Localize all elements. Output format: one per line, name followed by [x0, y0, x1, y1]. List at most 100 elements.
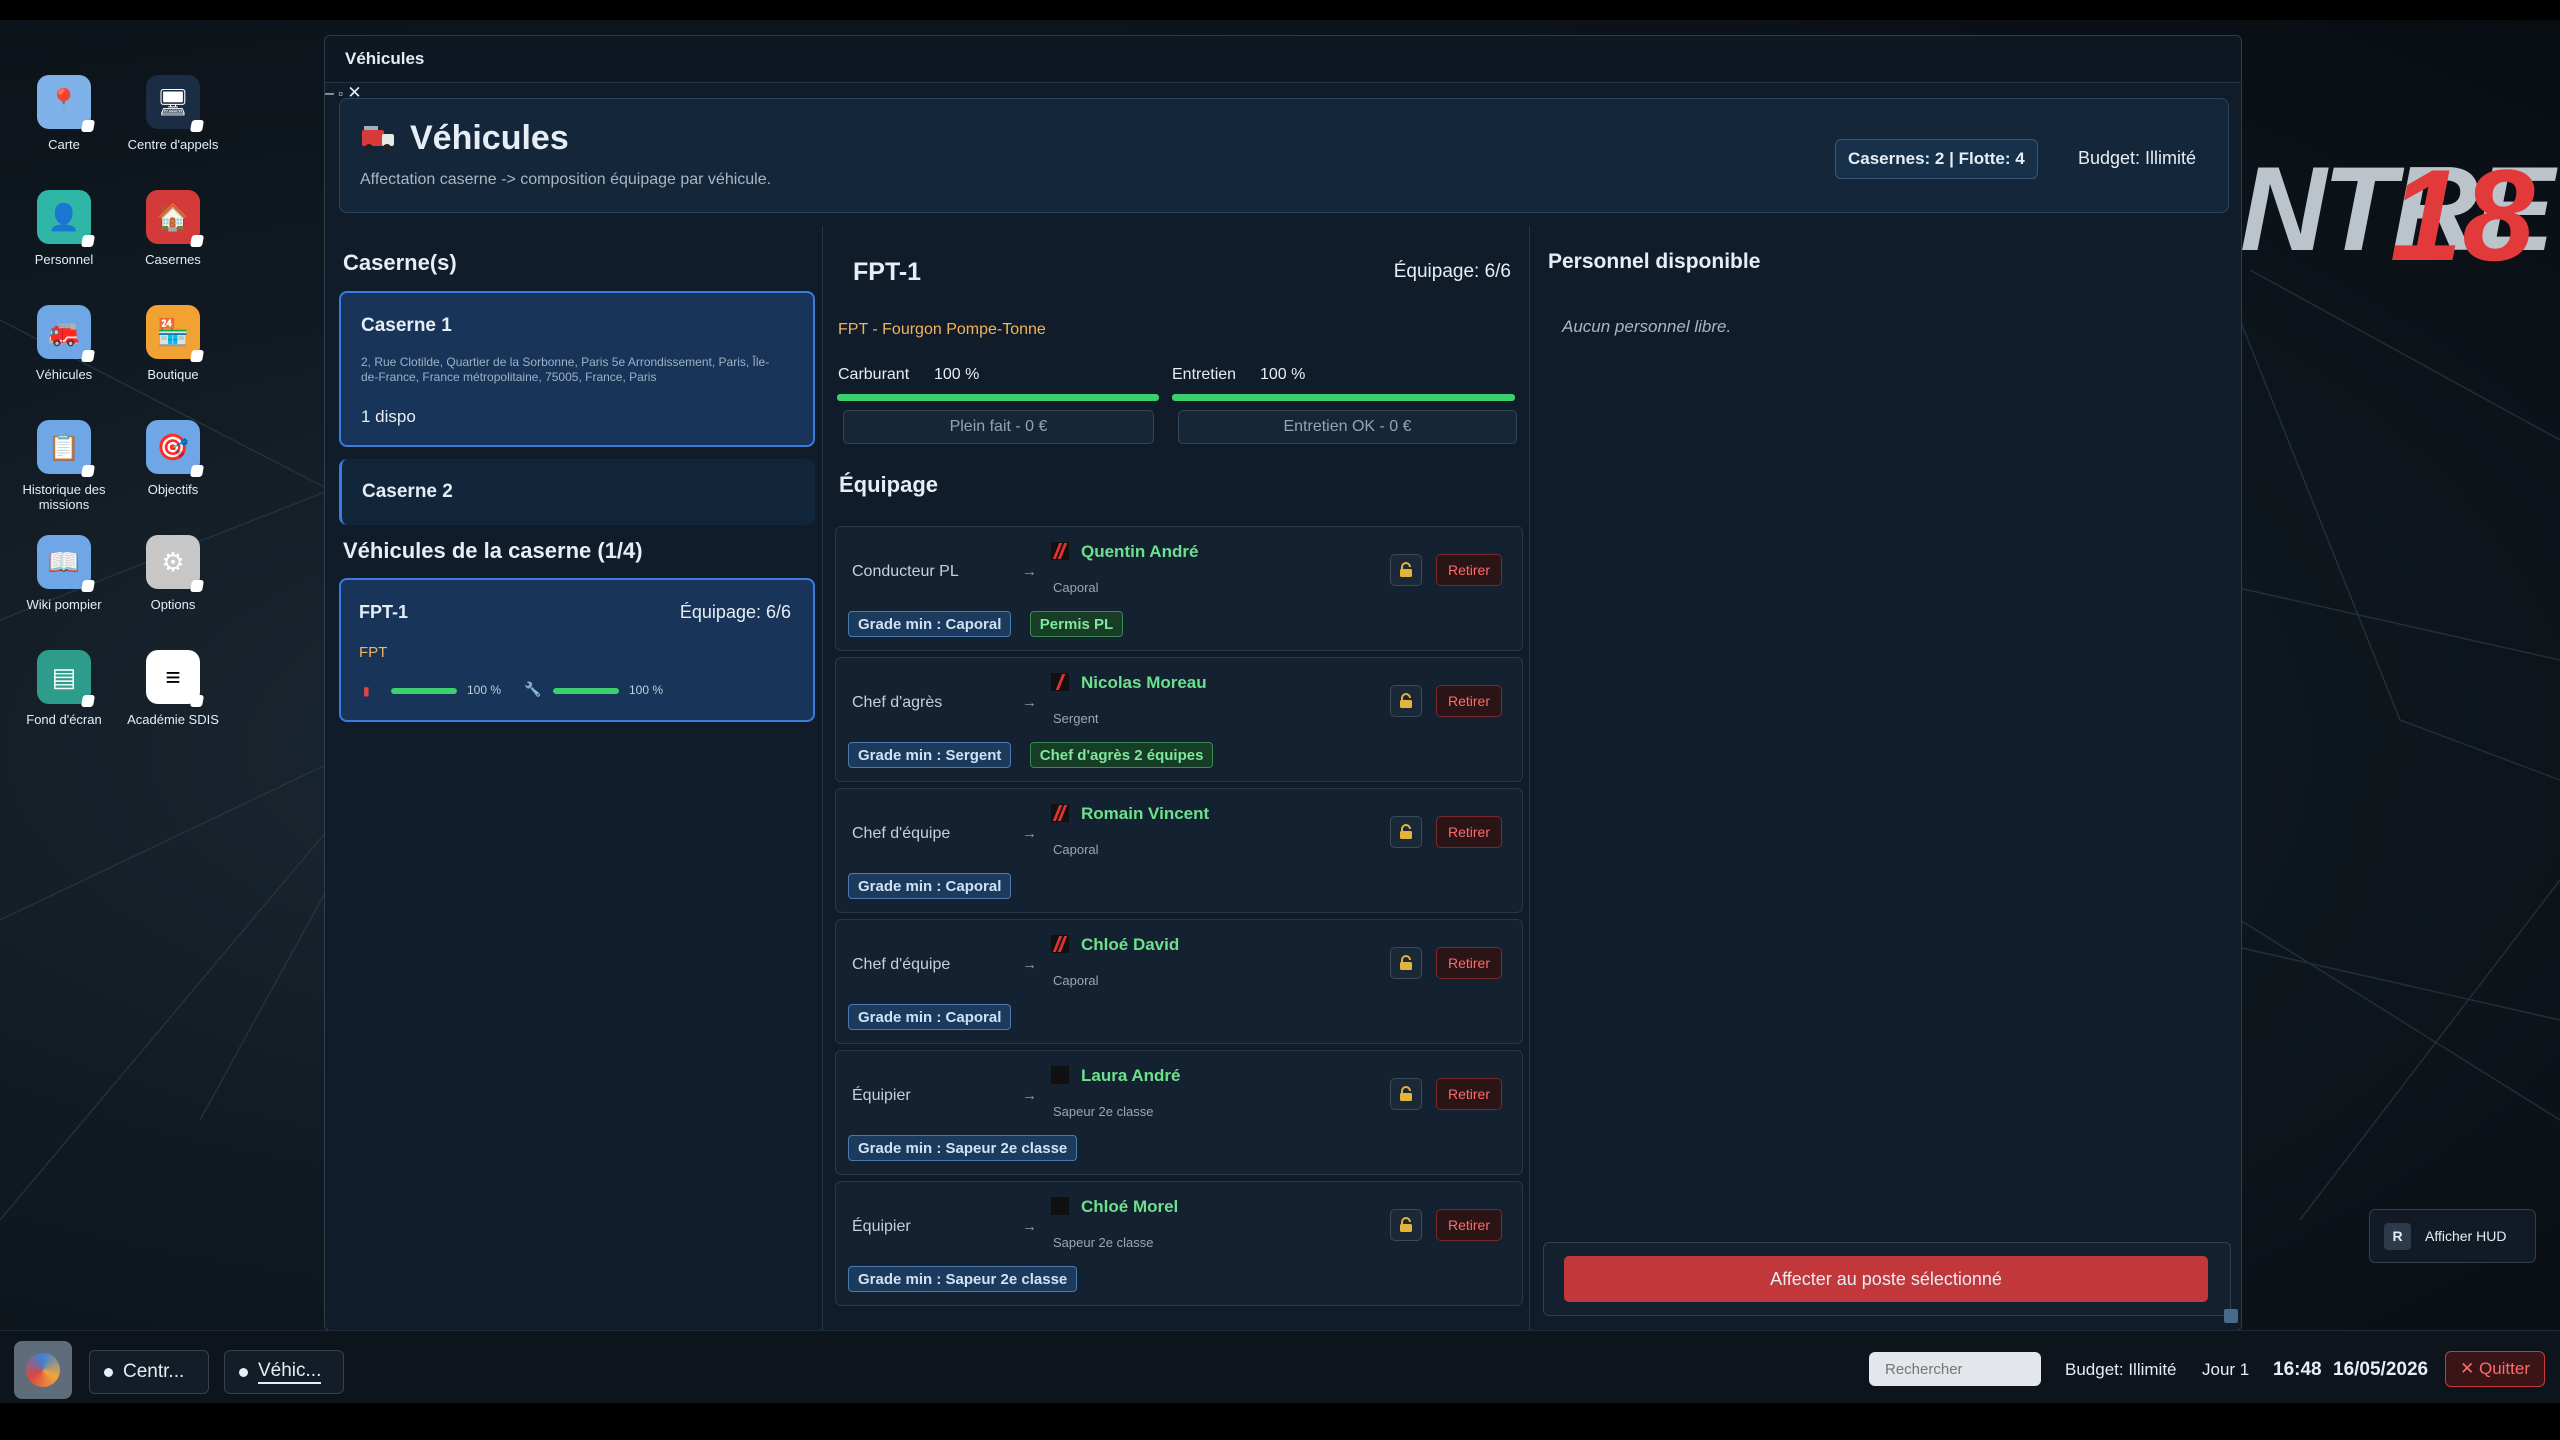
desktop-icon-12[interactable]: ≡ Académie SDIS: [123, 650, 223, 727]
maintenance-percent: 100 %: [1260, 366, 1306, 383]
desktop-icon-11[interactable]: ▤ Fond d'écran: [14, 650, 114, 727]
crew-slot[interactable]: Chef d'équipe → Chloé David Caporal Reti…: [835, 919, 1523, 1044]
desktop-icon-label: Centre d'appels: [127, 137, 219, 152]
rank-insignia-icon: [1051, 1066, 1069, 1084]
gear-icon: ⚙: [146, 535, 200, 589]
remove-button[interactable]: Retirer: [1436, 554, 1502, 586]
objectives-icon: 🎯: [146, 420, 200, 474]
start-button[interactable]: [14, 1341, 72, 1399]
minimize-icon[interactable]: –: [325, 85, 334, 102]
maintenance-percent: 100 %: [629, 683, 664, 697]
remove-button[interactable]: Retirer: [1436, 1078, 1502, 1110]
desktop-icon-3[interactable]: 👤 Personnel: [14, 190, 114, 267]
station-card-2[interactable]: Caserne 2: [339, 459, 815, 525]
vehicle-detail-column: FPT-1 Équipage: 6/6 FPT - Fourgon Pompe-…: [823, 226, 1530, 1330]
shop-icon: 🏪: [146, 305, 200, 359]
desktop-icon-label: Boutique: [147, 367, 199, 382]
maintenance-bar: [1172, 394, 1515, 401]
vehicle-card-fpt1[interactable]: FPT-1 Équipage: 6/6 FPT ▮ 100 % 🔧 100 %: [339, 578, 815, 722]
crew-member-name: Chloé Morel: [1081, 1197, 1179, 1216]
requirement-tag: Chef d'agrès 2 équipes: [1029, 742, 1214, 768]
hud-label: Afficher HUD: [2425, 1228, 2507, 1244]
brand-logo: NTRE 18: [2240, 142, 2555, 288]
crew-slot[interactable]: Chef d'équipe → Romain Vincent Caporal R…: [835, 788, 1523, 913]
clock-time: 16:48: [2273, 1359, 2322, 1380]
fuel-percent: 100 %: [934, 366, 980, 383]
desktop-icon-7[interactable]: 📋 Historique des missions: [14, 420, 114, 512]
desktop-icon-9[interactable]: 📖 Wiki pompier: [14, 535, 114, 612]
crew-slot[interactable]: Conducteur PL → Quentin André Caporal Re…: [835, 526, 1523, 651]
crew-member-name: Romain Vincent: [1081, 804, 1210, 823]
crew-role: Chef d'équipe: [852, 956, 951, 973]
unlock-icon[interactable]: [1390, 1078, 1422, 1110]
unlock-icon[interactable]: [1390, 554, 1422, 586]
desktop-icon-1[interactable]: 📍 Carte: [14, 75, 114, 152]
wrench-icon: 🔧: [524, 681, 542, 697]
remove-button[interactable]: Retirer: [1436, 1209, 1502, 1241]
unlock-icon[interactable]: [1390, 1209, 1422, 1241]
maintenance-label: Entretien: [1172, 366, 1237, 383]
map-icon: 📍: [37, 75, 91, 129]
desktop-icon-4[interactable]: 🏠 Casernes: [123, 190, 223, 267]
show-hud-button[interactable]: R Afficher HUD: [2369, 1209, 2536, 1263]
arrow-right-icon: →: [1022, 563, 1037, 580]
requirement-tag: Grade min : Sapeur 2e classe: [848, 1266, 1078, 1292]
letterbox-top: [0, 0, 2560, 20]
fire-truck-icon: [362, 125, 394, 152]
requirement-tag: Grade min : Caporal: [848, 1004, 1012, 1030]
rank-insignia-icon: [1051, 935, 1069, 953]
remove-button[interactable]: Retirer: [1436, 685, 1502, 717]
page-title: Véhicules: [360, 119, 569, 158]
vehicle-crew-count: Équipage: 6/6: [679, 602, 791, 622]
requirement-tag: Permis PL: [1029, 611, 1124, 637]
requirement-tag: Grade min : Sergent: [848, 742, 1012, 768]
task-indicator-icon: [239, 1367, 248, 1377]
start-logo-icon: [26, 1353, 60, 1387]
stations-heading: Caserne(s): [343, 250, 457, 275]
requirement-tag: Grade min : Caporal: [848, 611, 1012, 637]
firestation-icon: 🏠: [146, 190, 200, 244]
desktop-icon-label: Personnel: [34, 252, 94, 267]
fuel-bar: [837, 394, 1159, 401]
crew-slot[interactable]: Équipier → Laura André Sapeur 2e classe …: [835, 1050, 1523, 1175]
crew-member-name: Nicolas Moreau: [1081, 673, 1207, 692]
taskbar-budget: Budget: Illimité: [2065, 1360, 2177, 1379]
maintenance-button[interactable]: Entretien OK - 0 €: [1178, 410, 1517, 444]
assign-button[interactable]: Affecter au poste sélectionné: [1564, 1256, 2208, 1302]
desktop-icon-8[interactable]: 🎯 Objectifs: [123, 420, 223, 497]
unlock-icon[interactable]: [1390, 685, 1422, 717]
available-heading: Personnel disponible: [1548, 250, 1761, 273]
unlock-icon[interactable]: [1390, 947, 1422, 979]
desktop-icon-2[interactable]: 🖥 Centre d'appels: [123, 75, 223, 152]
crew-slot[interactable]: Chef d'agrès → Nicolas Moreau Sergent Re…: [835, 657, 1523, 782]
hud-key: R: [2384, 1222, 2411, 1250]
crew-slot[interactable]: Équipier → Chloé Morel Sapeur 2e classe …: [835, 1181, 1523, 1306]
search-input[interactable]: [1869, 1352, 2041, 1386]
crew-heading: Équipage: [839, 472, 939, 497]
crew-member-grade: Sergent: [1053, 711, 1099, 726]
detail-crew-count: Équipage: 6/6: [1393, 261, 1511, 282]
task-call-center[interactable]: Centr...: [89, 1350, 209, 1394]
resize-handle[interactable]: [2224, 1309, 2238, 1323]
desktop-icon-10[interactable]: ⚙ Options: [123, 535, 223, 612]
fuel-icon: ▮: [363, 684, 370, 698]
rank-insignia-icon: [1051, 804, 1069, 822]
window-titlebar: Véhicules: [325, 36, 2241, 83]
unlock-icon[interactable]: [1390, 816, 1422, 848]
desktop-icon-5[interactable]: 🚒 Véhicules: [14, 305, 114, 382]
station-name: Caserne 2: [362, 481, 453, 502]
task-vehicles[interactable]: Véhic...: [224, 1350, 344, 1394]
remove-button[interactable]: Retirer: [1436, 816, 1502, 848]
stations-column: Caserne(s) Caserne 1 2, Rue Clotilde, Qu…: [325, 226, 823, 1330]
page-subtitle: Affectation caserne -> composition équip…: [360, 171, 772, 188]
remove-button[interactable]: Retirer: [1436, 947, 1502, 979]
refuel-button[interactable]: Plein fait - 0 €: [843, 410, 1154, 444]
desktop-icon-label: Options: [150, 597, 196, 612]
station-card-1[interactable]: Caserne 1 2, Rue Clotilde, Quartier de l…: [339, 291, 815, 447]
arrow-right-icon: →: [1022, 1087, 1037, 1104]
vehicles-window: Véhicules – ▫ ✕ Véhicules Affectation ca…: [324, 35, 2242, 1331]
letterbox-bottom: [0, 1403, 2560, 1440]
desktop-icon-6[interactable]: 🏪 Boutique: [123, 305, 223, 382]
wallpaper-icon: ▤: [37, 650, 91, 704]
quit-button[interactable]: ✕ Quitter: [2445, 1351, 2545, 1387]
